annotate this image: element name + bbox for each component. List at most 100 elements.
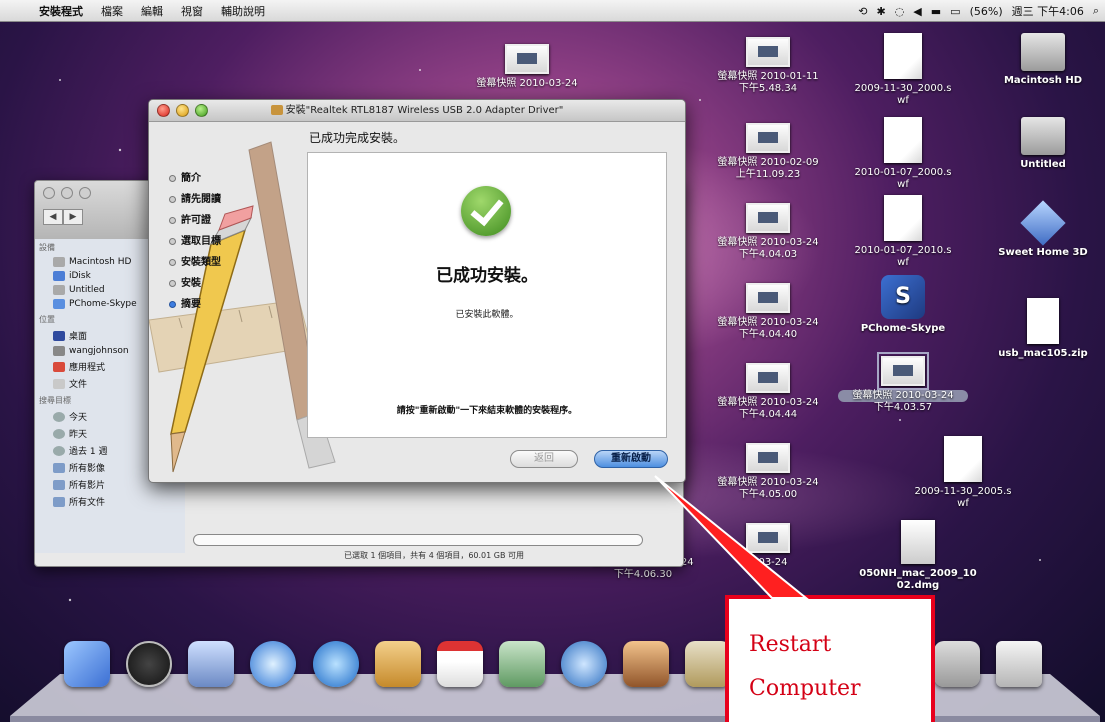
clock-icon — [53, 428, 65, 439]
screenshot-file-icon — [746, 443, 790, 473]
hard-drive-icon — [53, 257, 65, 267]
back-arrow-icon[interactable]: ◀ — [43, 209, 63, 225]
downloads-stack-icon[interactable] — [933, 641, 980, 687]
menu-bar: 安裝程式 檔案 編輯 視窗 輔助說明 ⟲ ✱ ◌ ◀ ▬ ▭ (56%) 週三 … — [0, 0, 1105, 22]
input-flag-icon[interactable]: ▬ — [931, 5, 941, 18]
document-icon — [944, 436, 982, 482]
desktop-item[interactable]: 螢幕快照 2010-03-24 下午4.05.00 — [703, 443, 833, 501]
desktop-item[interactable]: Untitled — [978, 117, 1105, 171]
step-bullet-icon — [169, 217, 176, 224]
document-icon — [884, 117, 922, 163]
desktop-item[interactable]: 螢幕快照 2010-02-09 上午11.09.23 — [703, 123, 833, 181]
clock-icon — [53, 445, 65, 456]
ichat-icon[interactable] — [312, 641, 359, 687]
step-item: 許可證 — [169, 210, 221, 231]
dashboard-icon[interactable] — [126, 641, 173, 687]
callout-line-2: Computer — [749, 676, 861, 701]
volume-icon[interactable]: ◀ — [913, 5, 921, 18]
desktop-icon — [53, 330, 65, 341]
desktop-item[interactable]: 螢幕快照 2010-01-11 下午5.48.34 — [703, 37, 833, 95]
restart-button[interactable]: 重新啟動 — [594, 450, 668, 468]
desktop-item-selected[interactable]: 螢幕快照 2010-03-24 下午4.03.57 — [838, 352, 968, 414]
document-icon — [884, 195, 922, 241]
desktop-item[interactable]: usb_mac105.zip — [978, 298, 1105, 360]
spotlight-search-icon[interactable]: ⌕ — [1093, 4, 1099, 18]
clock-icon — [53, 411, 65, 422]
close-icon[interactable] — [157, 104, 170, 117]
zoom-icon[interactable] — [195, 104, 208, 117]
minimize-icon[interactable] — [176, 104, 189, 117]
minimize-icon[interactable] — [61, 187, 73, 199]
desktop-item[interactable]: 2010-01-07_2010.s wf — [838, 195, 968, 269]
forward-arrow-icon[interactable]: ▶ — [63, 209, 83, 225]
screenshot-file-icon — [746, 283, 790, 313]
desktop-item[interactable]: 螢幕快照 2010-03-24 — [462, 44, 592, 90]
disk-image-icon — [901, 520, 935, 564]
desktop-item[interactable]: Sweet Home 3D — [978, 200, 1105, 259]
menu-clock[interactable]: 週三 下午4:06 — [1012, 3, 1084, 19]
step-item: 安裝 — [169, 273, 221, 294]
step-item: 請先閱讀 — [169, 189, 221, 210]
wifi-icon[interactable]: ◌ — [895, 5, 905, 18]
desktop-item[interactable]: 螢幕快照 2010-03-24 下午4.04.03 — [703, 203, 833, 261]
desktop-item[interactable]: Macintosh HD — [978, 33, 1105, 87]
screenshot-file-icon — [746, 203, 790, 233]
step-item: 簡介 — [169, 168, 221, 189]
desktop-item[interactable]: 螢幕快照 2010-03-24 下午4.04.44 — [703, 363, 833, 421]
time-machine-icon[interactable]: ⟲ — [858, 5, 867, 18]
mail-icon[interactable] — [188, 641, 235, 687]
safari-icon[interactable] — [250, 641, 297, 687]
desktop-item[interactable]: 2010-01-07_2000.s wf — [838, 117, 968, 191]
menu-app-name[interactable]: 安裝程式 — [30, 3, 92, 19]
zoom-icon[interactable] — [79, 187, 91, 199]
desktop-item[interactable]: 2009-11-30_2005.s wf — [898, 436, 1028, 510]
finder-status-bar: 已選取 1 個項目，共有 4 個項目，60.01 GB 可用 — [343, 551, 525, 560]
screenshot-file-icon — [746, 523, 790, 553]
menu-edit[interactable]: 編輯 — [132, 3, 172, 19]
installer-titlebar[interactable]: 安裝"Realtek RTL8187 Wireless USB 2.0 Adap… — [149, 100, 685, 122]
success-message: 已成功安裝。 — [436, 266, 538, 286]
installer-title: 安裝"Realtek RTL8187 Wireless USB 2.0 Adap… — [285, 105, 564, 116]
close-icon[interactable] — [43, 187, 55, 199]
installer-header: 已成功完成安裝。 — [309, 131, 406, 145]
bluetooth-icon[interactable]: ✱ — [876, 5, 885, 18]
back-button[interactable]: 返回 — [510, 450, 578, 468]
menu-help[interactable]: 輔助說明 — [212, 3, 274, 19]
ical-icon[interactable] — [436, 641, 483, 687]
finder-icon[interactable] — [64, 641, 111, 687]
installer-content-panel: 已成功安裝。 已安裝此軟體。 請按"重新啟動"一下來結束軟體的安裝程序。 — [307, 152, 667, 438]
trash-icon[interactable] — [995, 641, 1042, 687]
desktop-item[interactable]: S PChome-Skype — [838, 275, 968, 335]
screenshot-file-icon — [746, 363, 790, 393]
desktop-item[interactable]: 2009-11-30_2000.s wf — [838, 33, 968, 107]
battery-icon[interactable]: ▭ — [950, 5, 960, 18]
skype-app-icon: S — [881, 275, 925, 319]
screenshot-file-icon — [746, 123, 790, 153]
menu-file[interactable]: 檔案 — [92, 3, 132, 19]
menu-window[interactable]: 視窗 — [172, 3, 212, 19]
applications-icon — [53, 361, 65, 372]
screenshot-file-icon — [505, 44, 549, 74]
document-icon — [884, 33, 922, 79]
step-bullet-icon — [169, 175, 176, 182]
iphoto-icon[interactable] — [623, 641, 670, 687]
smart-folder-icon — [53, 462, 65, 473]
horizontal-scrollbar[interactable] — [193, 534, 643, 546]
screenshot-file-icon — [746, 37, 790, 67]
desktop-item[interactable]: 050NH_mac_2009_10 02.dmg — [853, 520, 983, 592]
volume-icon — [53, 299, 65, 309]
sidebar-item[interactable]: 所有文件 — [35, 493, 185, 510]
desktop-item[interactable]: 0-03-24 6 — [703, 523, 833, 581]
step-bullet-icon — [169, 238, 176, 245]
installer-window[interactable]: 安裝"Realtek RTL8187 Wireless USB 2.0 Adap… — [148, 99, 686, 483]
hard-drive-icon — [1021, 117, 1065, 155]
step-bullet-icon — [169, 301, 176, 308]
zip-archive-icon — [1027, 298, 1059, 344]
success-checkmark-icon — [461, 186, 511, 236]
preview-icon[interactable] — [498, 641, 545, 687]
home-icon — [53, 346, 65, 356]
address-book-icon[interactable] — [374, 641, 421, 687]
desktop-item[interactable]: 螢幕快照 2010-03-24 下午4.04.40 — [703, 283, 833, 341]
idisk-icon — [53, 271, 65, 281]
itunes-icon[interactable] — [561, 641, 608, 687]
